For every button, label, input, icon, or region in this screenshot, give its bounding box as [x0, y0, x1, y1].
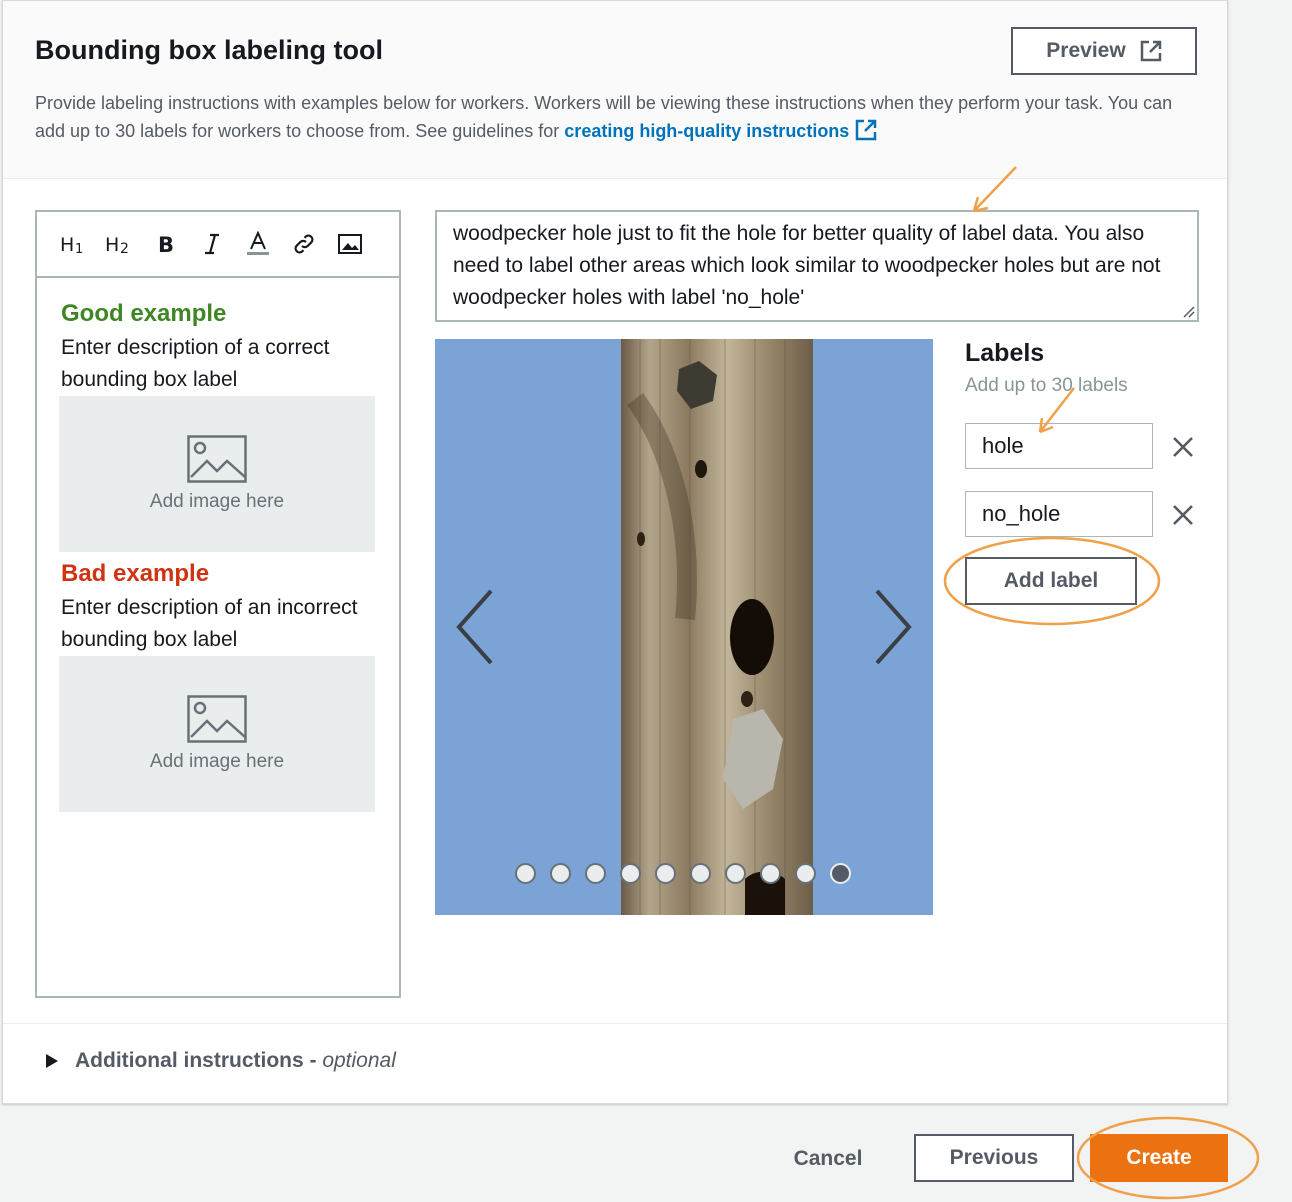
caret-right-icon	[46, 1054, 58, 1068]
additional-instructions-label: Additional instructions - optional	[75, 1049, 396, 1072]
preview-button[interactable]: Preview	[1011, 27, 1197, 75]
close-icon	[1173, 505, 1193, 525]
add-image-label: Add image here	[149, 491, 285, 512]
carousel-dot[interactable]	[760, 863, 781, 884]
editor-toolbar: H1 H2 B	[37, 212, 399, 278]
carousel-dot[interactable]	[690, 863, 711, 884]
carousel-dot[interactable]	[515, 863, 536, 884]
cancel-button[interactable]: Cancel	[778, 1136, 878, 1182]
panel-header: Bounding box labeling tool Preview Provi…	[3, 1, 1227, 179]
image-carousel	[435, 339, 933, 915]
preview-label: Preview	[1046, 39, 1126, 62]
instructions-textarea[interactable]: woodpecker hole just to fit the hole for…	[435, 210, 1199, 322]
carousel-dot[interactable]	[585, 863, 606, 884]
svg-text:1: 1	[75, 242, 83, 256]
page-title: Bounding box labeling tool	[35, 35, 383, 65]
labels-title: Labels	[965, 339, 1045, 367]
bold-icon: B	[158, 233, 174, 256]
labels-subtitle: Add up to 30 labels	[965, 375, 1128, 396]
good-example-title: Good example	[61, 300, 227, 327]
link-icon	[294, 234, 314, 254]
good-example-image-placeholder[interactable]: Add image here	[59, 396, 375, 552]
image-icon	[338, 234, 362, 254]
image-placeholder-icon	[187, 435, 247, 483]
heading1-button[interactable]: H1	[55, 226, 93, 262]
additional-instructions-toggle[interactable]: Additional instructions - optional	[45, 1049, 396, 1073]
carousel-dot[interactable]	[550, 863, 571, 884]
bad-example-description: Enter description of an incorrect boundi…	[61, 596, 358, 651]
carousel-dots	[515, 863, 851, 884]
link-button[interactable]	[285, 226, 323, 262]
previous-button[interactable]: Previous	[914, 1134, 1074, 1182]
remove-label-button[interactable]	[1169, 433, 1197, 461]
external-link-icon[interactable]	[855, 119, 877, 141]
add-image-label: Add image here	[149, 751, 285, 772]
text-color-icon	[247, 231, 269, 255]
add-label-button[interactable]: Add label	[965, 557, 1137, 605]
text-color-button[interactable]	[239, 226, 277, 262]
image-placeholder-icon	[187, 695, 247, 743]
bad-example-title: Bad example	[61, 560, 210, 587]
carousel-dot[interactable]	[620, 863, 641, 884]
labeling-tool-panel: Bounding box labeling tool Preview Provi…	[2, 0, 1228, 1104]
svg-text:H: H	[60, 234, 74, 256]
svg-text:2: 2	[120, 241, 129, 256]
next-image-icon[interactable]	[873, 589, 913, 665]
svg-text:B: B	[158, 233, 174, 256]
resize-handle-icon[interactable]	[1181, 304, 1195, 318]
carousel-dot[interactable]	[725, 863, 746, 884]
heading2-button[interactable]: H2	[101, 226, 139, 262]
bad-example-image-placeholder[interactable]: Add image here	[59, 656, 375, 812]
section-divider	[3, 1023, 1227, 1024]
carousel-dot[interactable]	[655, 863, 676, 884]
external-link-icon	[1140, 40, 1161, 62]
svg-text:H: H	[105, 234, 119, 256]
insert-image-button[interactable]	[331, 226, 369, 262]
italic-button[interactable]	[193, 226, 231, 262]
heading1-icon: H1	[60, 234, 83, 256]
carousel-dot[interactable]	[795, 863, 816, 884]
carousel-dot-active[interactable]	[830, 863, 851, 884]
create-button[interactable]: Create	[1090, 1134, 1228, 1182]
instructions-text: woodpecker hole just to fit the hole for…	[453, 222, 1161, 309]
close-icon	[1173, 437, 1193, 457]
heading2-icon: H2	[105, 234, 129, 256]
remove-label-button[interactable]	[1169, 501, 1197, 529]
italic-icon	[205, 233, 219, 255]
examples-editor[interactable]: H1 H2 B Good example Enter description o…	[35, 210, 401, 998]
tree-trunk-photo	[621, 339, 813, 915]
tool-description: Provide labeling instructions with examp…	[35, 89, 1195, 145]
guidelines-link[interactable]: creating high-quality instructions	[564, 121, 849, 141]
good-example-description: Enter description of a correct bounding …	[61, 336, 330, 391]
label-input-hole[interactable]	[965, 423, 1153, 469]
previous-image-icon[interactable]	[455, 589, 495, 665]
bold-button[interactable]: B	[147, 226, 185, 262]
label-input-no-hole[interactable]	[965, 491, 1153, 537]
optional-tag: optional	[322, 1049, 396, 1072]
